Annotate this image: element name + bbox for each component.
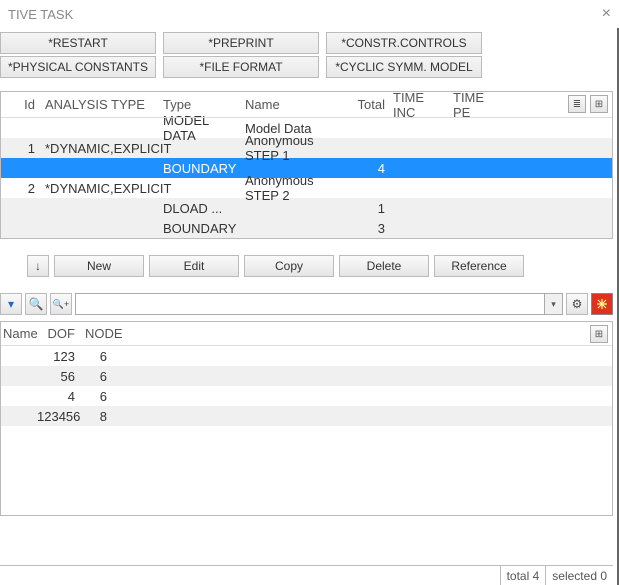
table-row[interactable]: 46	[1, 386, 612, 406]
highlight-icon[interactable]	[591, 293, 613, 315]
col-time-inc[interactable]: TIME INC	[389, 90, 449, 120]
status-bar: total 4 selected 0	[0, 565, 613, 585]
table-row[interactable]: 566	[1, 366, 612, 386]
gear-icon[interactable]: ⚙	[566, 293, 588, 315]
new-button[interactable]: New	[54, 255, 144, 277]
steps-table: Id ANALYSIS TYPE Type Name Total TIME IN…	[0, 91, 613, 239]
table-row[interactable]: 2*DYNAMIC,EXPLICITAnonymous STEP 2	[1, 178, 612, 198]
edit-button[interactable]: Edit	[149, 255, 239, 277]
window-title: TIVE TASK	[8, 7, 73, 22]
table-row[interactable]: 1234568	[1, 406, 612, 426]
zoom-plus-icon[interactable]: 🔍+	[50, 293, 72, 315]
col-node[interactable]: NODE	[81, 326, 127, 341]
list-view-icon[interactable]: ≣	[568, 95, 586, 113]
keyword-button-grid: *RESTART *PREPRINT *CONSTR.CONTROLS *PHY…	[0, 28, 617, 82]
detail-table-header: Name DOF NODE ⊞	[1, 322, 612, 346]
constr-controls-button[interactable]: *CONSTR.CONTROLS	[326, 32, 482, 54]
physical-constants-button[interactable]: *PHYSICAL CONSTANTS	[0, 56, 156, 78]
dropdown-icon[interactable]: ▾	[0, 293, 22, 315]
reference-button[interactable]: Reference	[434, 255, 524, 277]
status-selected: selected 0	[545, 566, 613, 585]
cyclic-symm-model-button[interactable]: *CYCLIC SYMM. MODEL	[326, 56, 482, 78]
table-row[interactable]: 1236	[1, 346, 612, 366]
status-total: total 4	[500, 566, 546, 585]
col-id[interactable]: Id	[1, 97, 41, 112]
down-arrow-icon[interactable]: ↓	[27, 255, 49, 277]
columns-view-icon[interactable]: ⊞	[590, 95, 608, 113]
close-icon[interactable]: ×	[602, 5, 611, 23]
copy-button[interactable]: Copy	[244, 255, 334, 277]
search-dropdown-icon[interactable]: ▾	[545, 293, 563, 315]
col-analysis-type[interactable]: ANALYSIS TYPE	[41, 97, 159, 112]
col-name[interactable]: Name	[241, 97, 353, 112]
columns-view-icon[interactable]: ⊞	[590, 325, 608, 343]
file-format-button[interactable]: *FILE FORMAT	[163, 56, 319, 78]
restart-button[interactable]: *RESTART	[0, 32, 156, 54]
search-input[interactable]	[75, 293, 545, 315]
table-row[interactable]: 1*DYNAMIC,EXPLICITAnonymous STEP 1	[1, 138, 612, 158]
search-toolbar: ▾ 🔍 🔍+ ▾ ⚙	[0, 293, 613, 315]
table-row[interactable]: BOUNDARY3	[1, 218, 612, 238]
col-time-per[interactable]: TIME PE	[449, 90, 495, 120]
col-dof[interactable]: DOF	[37, 326, 81, 341]
steps-table-header: Id ANALYSIS TYPE Type Name Total TIME IN…	[1, 92, 612, 118]
col-name[interactable]: Name	[1, 326, 37, 341]
action-toolbar: ↑ ↓ New Edit Copy Delete Reference	[0, 255, 617, 277]
delete-button[interactable]: Delete	[339, 255, 429, 277]
detail-table: Name DOF NODE ⊞ 1236566461234568	[0, 321, 613, 516]
col-total[interactable]: Total	[353, 97, 389, 112]
col-type[interactable]: Type	[159, 97, 241, 112]
zoom-icon[interactable]: 🔍	[25, 293, 47, 315]
titlebar: TIVE TASK ×	[0, 0, 619, 28]
preprint-button[interactable]: *PREPRINT	[163, 32, 319, 54]
